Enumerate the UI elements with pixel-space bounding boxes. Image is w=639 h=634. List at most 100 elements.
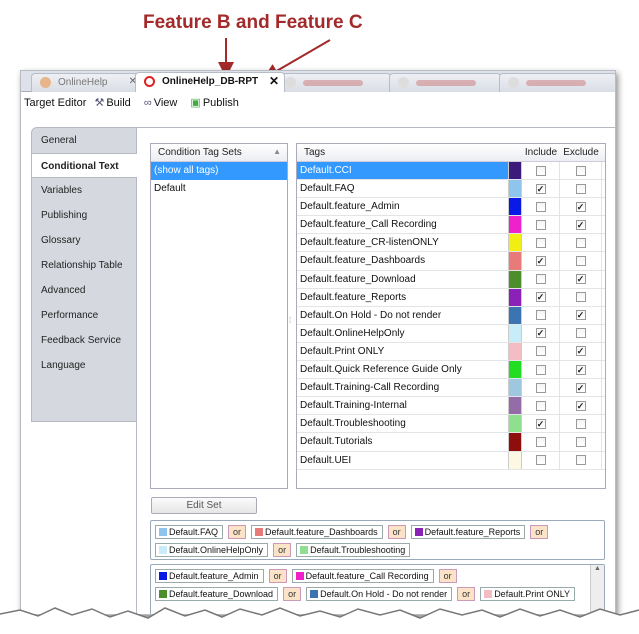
- include-checkbox[interactable]: [535, 237, 546, 248]
- exclude-checkbox[interactable]: ✓: [575, 382, 586, 393]
- table-row[interactable]: Default.On Hold - Do not render ✓: [297, 306, 605, 325]
- table-row[interactable]: Default.CCI: [297, 162, 605, 181]
- exclude-checkbox[interactable]: ✓: [575, 364, 586, 375]
- table-row[interactable]: Default.Troubleshooting ✓: [297, 415, 605, 434]
- sidebar-item-glossary[interactable]: Glossary: [32, 228, 136, 253]
- exclude-checkbox[interactable]: [575, 418, 586, 429]
- sidebar-item-performance[interactable]: Performance: [32, 303, 136, 328]
- or-operator[interactable]: or: [283, 587, 302, 601]
- exclude-checkbox[interactable]: [575, 292, 586, 303]
- exclude-checkbox[interactable]: ✓: [575, 310, 586, 321]
- sidebar-item-general[interactable]: General: [32, 128, 136, 153]
- exclude-checkbox[interactable]: ✓: [575, 201, 586, 212]
- condition-chip[interactable]: Default.Troubleshooting: [296, 543, 411, 557]
- or-operator[interactable]: or: [268, 569, 287, 583]
- table-row[interactable]: Default.feature_Call Recording ✓: [297, 216, 605, 235]
- condition-chip[interactable]: Default.feature_Download: [155, 587, 279, 601]
- sidebar-item-variables[interactable]: Variables: [32, 178, 136, 203]
- tag-color-swatch: [508, 288, 522, 306]
- or-operator[interactable]: or: [530, 525, 549, 539]
- include-checkbox[interactable]: ✓: [535, 292, 546, 303]
- exclude-checkbox[interactable]: [575, 183, 586, 194]
- table-row[interactable]: Default.Tutorials: [297, 433, 605, 452]
- or-operator[interactable]: or: [438, 569, 457, 583]
- sidebar-item-feedback-service[interactable]: Feedback Service: [32, 328, 136, 353]
- condition-chip[interactable]: Default.feature_Dashboards: [251, 525, 383, 539]
- table-row[interactable]: Default.feature_Dashboards ✓: [297, 252, 605, 271]
- tab-blurred[interactable]: [499, 73, 615, 92]
- table-row[interactable]: Default.feature_Reports ✓: [297, 288, 605, 307]
- exclude-checkbox[interactable]: [575, 436, 586, 447]
- condition-tag-sets-header[interactable]: Condition Tag Sets ▲: [151, 144, 287, 162]
- condition-chip[interactable]: Default.feature_Call Recording: [291, 569, 434, 583]
- include-checkbox[interactable]: [535, 455, 546, 466]
- exclude-checkbox[interactable]: [575, 256, 586, 267]
- table-row[interactable]: Default.feature_Download ✓: [297, 270, 605, 289]
- tab-blurred[interactable]: [389, 73, 501, 92]
- table-row[interactable]: Default.feature_Admin ✓: [297, 198, 605, 217]
- sidebar-item-conditional-text[interactable]: Conditional Text: [32, 153, 137, 178]
- condition-chip[interactable]: Default.feature_Admin: [155, 569, 264, 583]
- scroll-up-icon[interactable]: ▲: [591, 565, 604, 572]
- condition-chip[interactable]: Default.OnlineHelpOnly: [155, 543, 269, 557]
- include-checkbox[interactable]: [535, 274, 546, 285]
- exclude-checkbox[interactable]: [575, 237, 586, 248]
- table-row[interactable]: Default.Quick Reference Guide Only ✓: [297, 361, 605, 380]
- table-row[interactable]: Default.Training-Call Recording ✓: [297, 379, 605, 398]
- list-item[interactable]: (show all tags): [151, 162, 287, 180]
- tab-onlinehelp[interactable]: OnlineHelp ✕: [31, 73, 143, 92]
- view-button[interactable]: ∞ View: [144, 97, 183, 109]
- exclude-checkbox[interactable]: ✓: [575, 274, 586, 285]
- chip-label: Default.feature_Reports: [424, 527, 521, 537]
- include-checkbox[interactable]: [535, 165, 546, 176]
- include-checkbox[interactable]: [535, 310, 546, 321]
- or-operator[interactable]: or: [228, 525, 247, 539]
- sidebar-item-language[interactable]: Language: [32, 353, 136, 378]
- exclude-checkbox[interactable]: ✓: [575, 219, 586, 230]
- tab-onlinehelp-db-rpt[interactable]: OnlineHelp_DB-RPT ✕: [135, 72, 285, 92]
- include-checkbox[interactable]: ✓: [535, 328, 546, 339]
- include-checkbox[interactable]: [535, 201, 546, 212]
- build-button[interactable]: ⚒ Build: [94, 97, 135, 109]
- include-checkbox[interactable]: [535, 219, 546, 230]
- table-row[interactable]: Default.Training-Internal ✓: [297, 397, 605, 416]
- or-operator[interactable]: or: [387, 525, 406, 539]
- tab-blurred[interactable]: [276, 73, 391, 92]
- include-column-header[interactable]: Include: [522, 144, 560, 161]
- splitter-grip-icon[interactable]: ⁞: [289, 316, 291, 325]
- sidebar-item-relationship-table[interactable]: Relationship Table: [32, 253, 136, 278]
- include-checkbox[interactable]: ✓: [535, 418, 546, 429]
- exclude-checkbox[interactable]: ✓: [575, 346, 586, 357]
- condition-chip[interactable]: Default.FAQ: [155, 525, 224, 539]
- include-checkbox[interactable]: [535, 400, 546, 411]
- include-checkbox[interactable]: ✓: [535, 256, 546, 267]
- table-row[interactable]: Default.feature_CR-listenONLY: [297, 234, 605, 253]
- include-checkbox[interactable]: [535, 436, 546, 447]
- exclude-checkbox[interactable]: ✓: [575, 400, 586, 411]
- include-checkbox[interactable]: [535, 364, 546, 375]
- or-operator[interactable]: or: [273, 543, 292, 557]
- exclude-checkbox[interactable]: [575, 455, 586, 466]
- include-checkbox[interactable]: [535, 382, 546, 393]
- close-icon[interactable]: ✕: [269, 74, 279, 88]
- list-item[interactable]: Default: [151, 180, 287, 198]
- include-checkbox[interactable]: [535, 346, 546, 357]
- condition-chip[interactable]: Default.On Hold - Do not render: [306, 587, 453, 601]
- exclude-column-header[interactable]: Exclude: [560, 144, 602, 161]
- edit-set-button[interactable]: Edit Set: [151, 497, 257, 514]
- exclude-checkbox[interactable]: [575, 165, 586, 176]
- condition-chip[interactable]: Default.feature_Reports: [410, 525, 526, 539]
- table-row[interactable]: Default.UEI: [297, 451, 605, 470]
- condition-chip[interactable]: Default.Print ONLY: [480, 587, 576, 601]
- include-checkbox[interactable]: ✓: [535, 183, 546, 194]
- or-operator[interactable]: or: [457, 587, 476, 601]
- sidebar-item-advanced[interactable]: Advanced: [32, 278, 136, 303]
- table-row[interactable]: Default.Print ONLY ✓: [297, 342, 605, 362]
- table-row[interactable]: Default.FAQ ✓: [297, 180, 605, 199]
- table-row[interactable]: Default.OnlineHelpOnly ✓: [297, 324, 605, 343]
- tag-rows: Default.CCI Default.FAQ ✓ Default.feature_A…: [297, 162, 605, 470]
- exclude-checkbox[interactable]: [575, 328, 586, 339]
- publish-button[interactable]: ▣ Publish: [190, 97, 243, 109]
- sidebar-item-publishing[interactable]: Publishing: [32, 203, 136, 228]
- tags-column-header[interactable]: Tags: [297, 144, 522, 161]
